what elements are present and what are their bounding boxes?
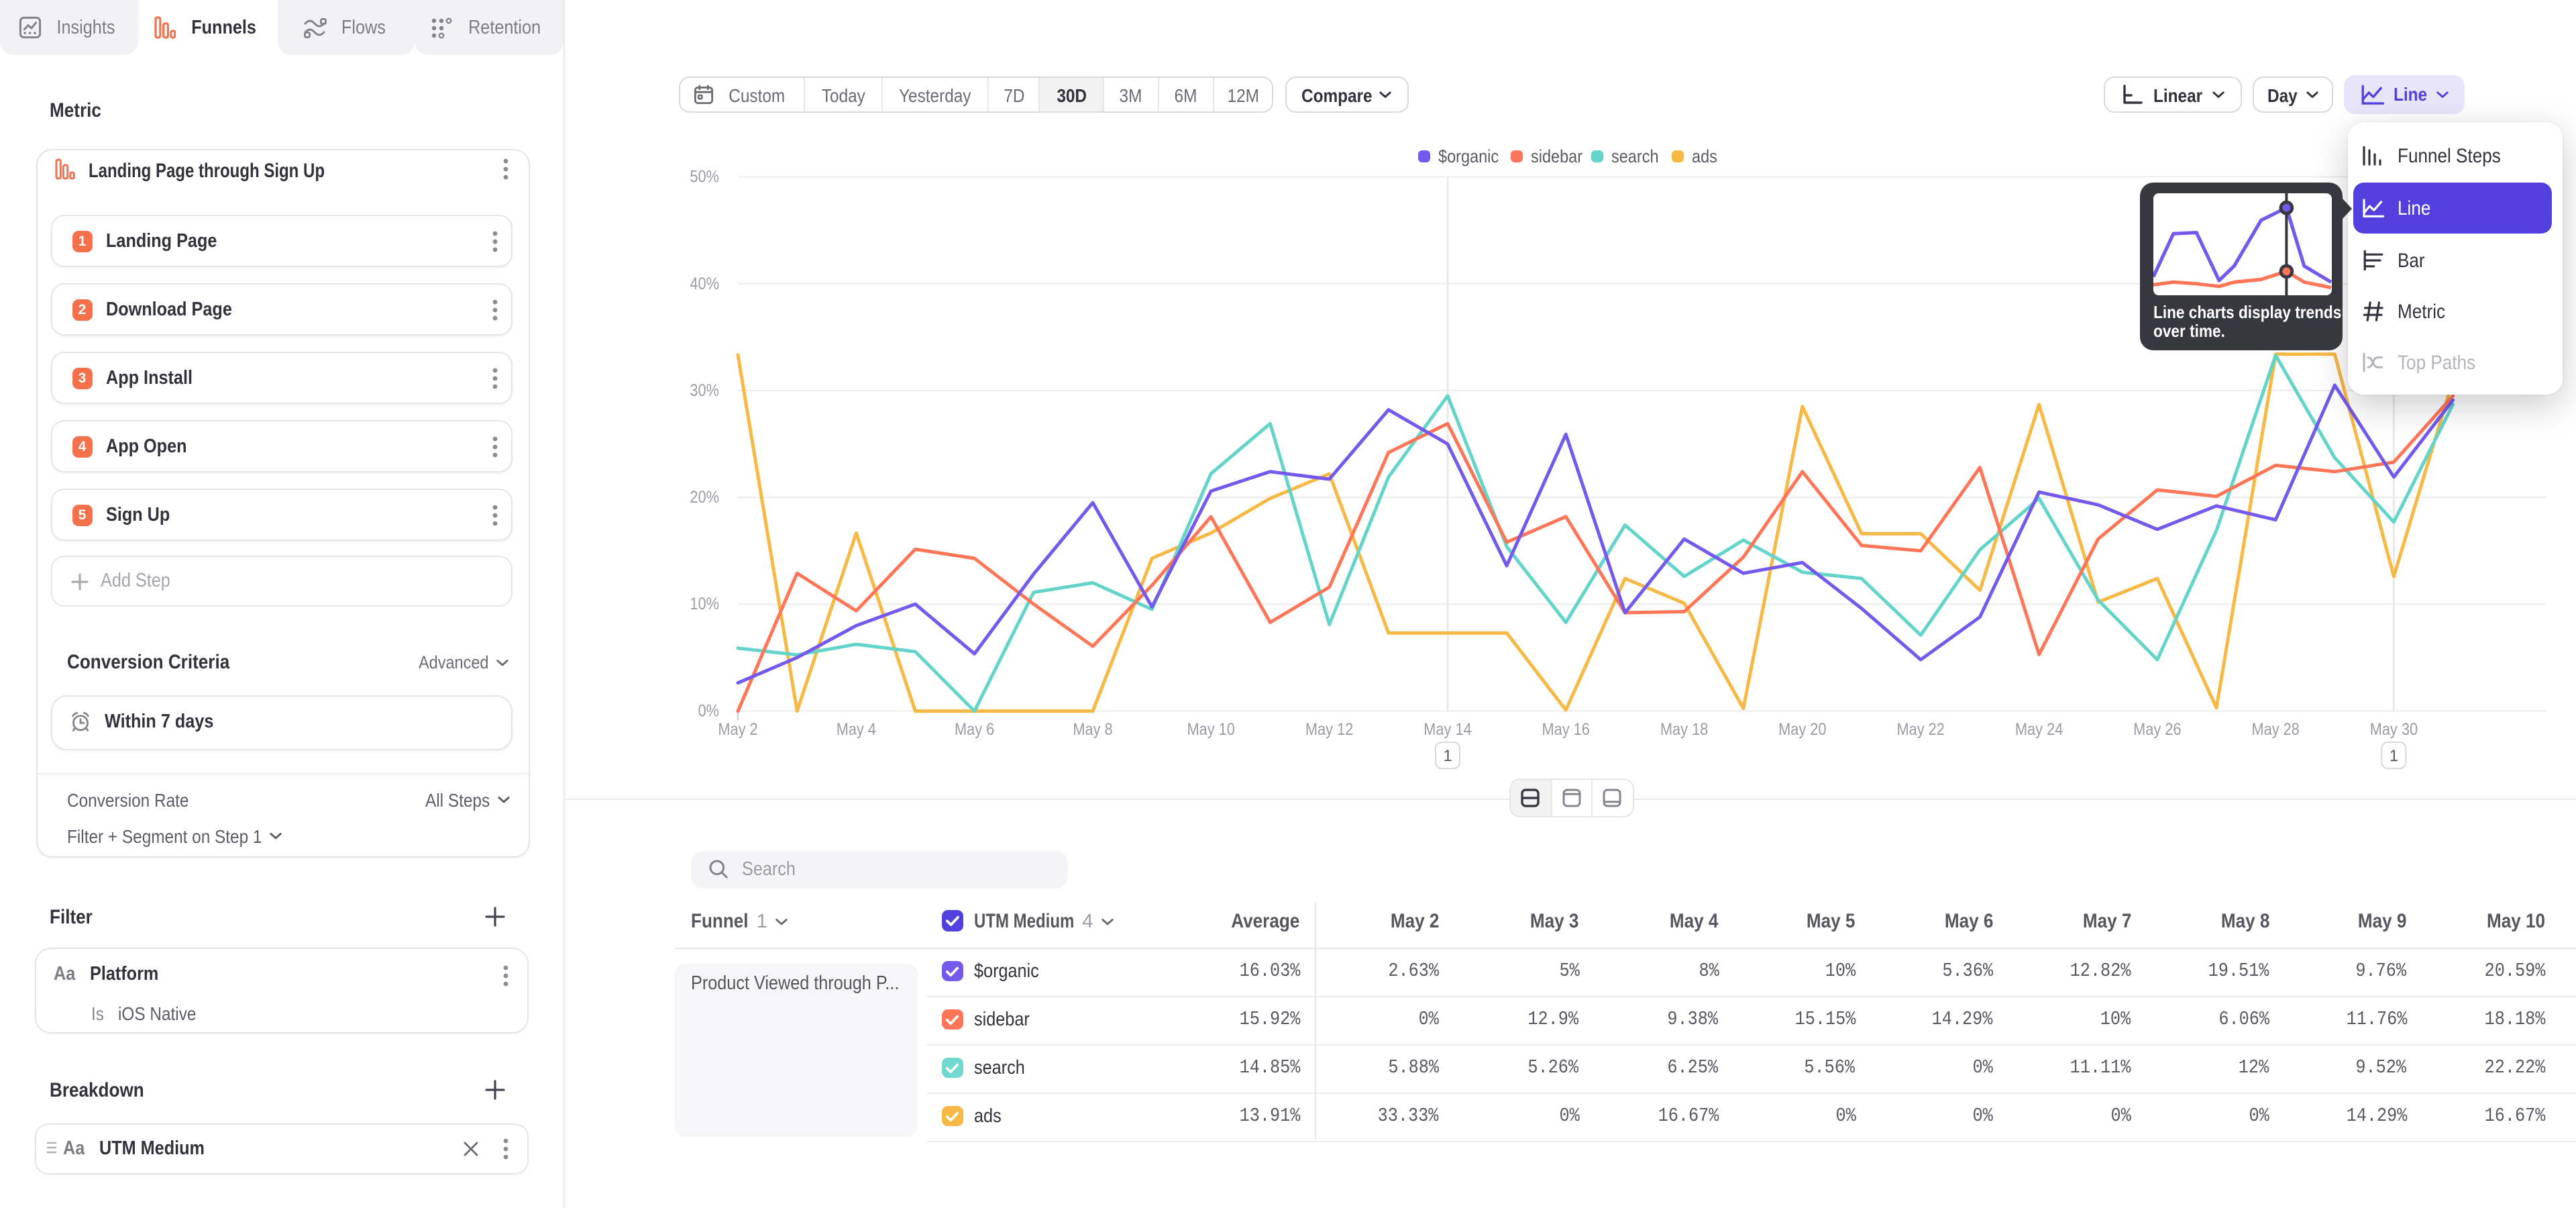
svg-text:May 8: May 8 xyxy=(1073,720,1112,739)
svg-text:May 20: May 20 xyxy=(1778,720,1826,739)
svg-text:May 14: May 14 xyxy=(1424,720,1471,739)
svg-text:May 16: May 16 xyxy=(1542,720,1590,739)
svg-text:1: 1 xyxy=(2390,747,2398,765)
svg-text:30%: 30% xyxy=(690,381,719,400)
svg-text:10%: 10% xyxy=(690,595,719,613)
svg-text:May 12: May 12 xyxy=(1305,720,1353,739)
svg-text:May 10: May 10 xyxy=(1187,720,1235,739)
svg-text:May 22: May 22 xyxy=(1897,720,1945,739)
svg-text:50%: 50% xyxy=(690,168,719,187)
svg-text:May 24: May 24 xyxy=(2015,720,2063,739)
svg-text:May 18: May 18 xyxy=(1660,720,1708,739)
svg-text:20%: 20% xyxy=(690,488,719,507)
svg-text:May 26: May 26 xyxy=(2133,720,2181,739)
svg-text:40%: 40% xyxy=(690,274,719,293)
svg-text:May 2: May 2 xyxy=(718,720,757,739)
svg-text:May 30: May 30 xyxy=(2370,720,2418,739)
svg-text:May 6: May 6 xyxy=(955,720,994,739)
svg-text:0%: 0% xyxy=(698,702,719,721)
svg-text:May 28: May 28 xyxy=(2252,720,2300,739)
svg-text:May 4: May 4 xyxy=(837,720,876,739)
svg-text:1: 1 xyxy=(1443,747,1452,765)
